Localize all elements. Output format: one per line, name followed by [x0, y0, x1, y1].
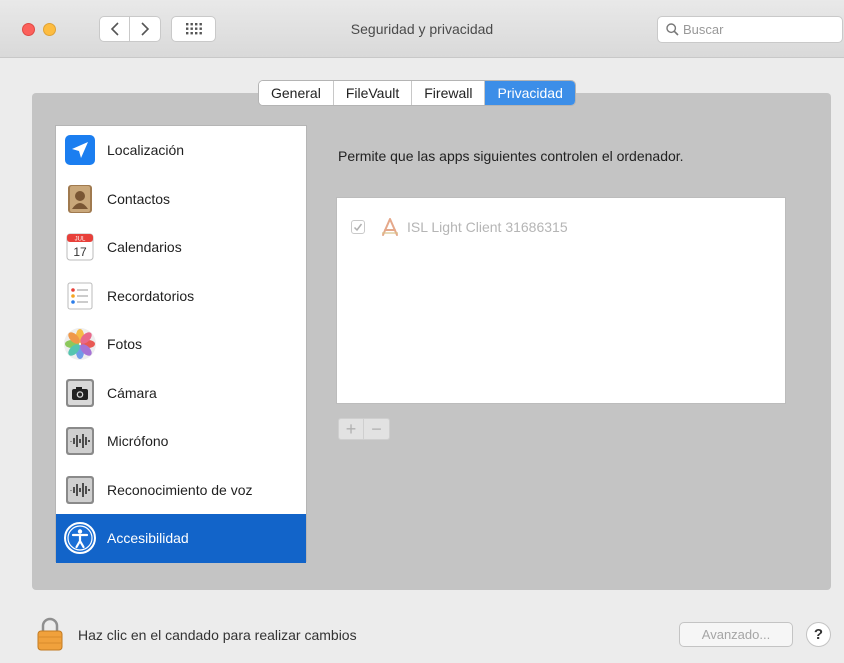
permission-description: Permite que las apps siguientes controle…	[338, 148, 684, 164]
sidebar-item-fotos[interactable]: Fotos	[56, 320, 306, 369]
microphone-icon	[63, 424, 97, 458]
sidebar-item-label: Accesibilidad	[107, 530, 189, 547]
search-placeholder: Buscar	[683, 22, 724, 37]
checkmark-icon	[353, 223, 363, 232]
sidebar-item-label: Micrófono	[107, 433, 169, 450]
sidebar-item-label: Calendarios	[107, 239, 182, 256]
lock-message: Haz clic en el candado para realizar cam…	[78, 627, 357, 643]
sidebar-item-accesibilidad[interactable]: Accesibilidad	[56, 514, 306, 563]
sidebar-item-camara[interactable]: Cámara	[56, 369, 306, 418]
list-item: ISL Light Client 31686315	[351, 216, 568, 238]
title-bar: Seguridad y privacidad Buscar	[0, 0, 844, 58]
contacts-icon	[63, 182, 97, 216]
sidebar-item-label: Reconocimiento de voz	[107, 481, 253, 498]
app-checkbox[interactable]	[351, 220, 365, 234]
tab-firewall[interactable]: Firewall	[412, 81, 486, 105]
advanced-button[interactable]: Avanzado...	[679, 622, 793, 647]
sidebar-item-reconocimiento-de-voz[interactable]: Reconocimiento de voz	[56, 466, 306, 515]
speech-recognition-icon	[63, 473, 97, 507]
calendar-day: 17	[73, 245, 87, 259]
search-icon	[666, 23, 679, 36]
sidebar-item-label: Localización	[107, 142, 185, 159]
sidebar-item-recordatorios[interactable]: Recordatorios	[56, 272, 306, 321]
sidebar-item-contactos[interactable]: Contactos	[56, 175, 306, 224]
sidebar-item-label: Cámara	[107, 384, 157, 401]
allowed-apps-list[interactable]: ISL Light Client 31686315	[336, 197, 786, 404]
tab-filevault[interactable]: FileVault	[333, 81, 413, 105]
tab-privacidad[interactable]: Privacidad	[485, 81, 575, 105]
search-field[interactable]: Buscar	[657, 16, 843, 43]
lock-button[interactable]	[35, 616, 65, 657]
photos-icon	[63, 327, 97, 361]
calendar-month: JUL	[75, 237, 86, 243]
app-name: ISL Light Client 31686315	[407, 219, 568, 235]
location-icon	[63, 133, 97, 167]
add-remove-controls: + −	[338, 418, 390, 440]
sidebar-item-label: Contactos	[107, 190, 171, 207]
privacy-category-list: Localización Contactos JUL 17 Calendarios…	[55, 125, 307, 563]
tab-general[interactable]: General	[259, 81, 334, 105]
accessibility-icon	[63, 521, 97, 555]
lock-icon	[37, 617, 63, 651]
remove-app-button[interactable]: −	[364, 419, 389, 439]
app-store-icon	[382, 218, 398, 236]
tab-bar: General FileVault Firewall Privacidad	[258, 80, 576, 106]
camera-icon	[63, 376, 97, 410]
sidebar-item-label: Recordatorios	[107, 287, 195, 304]
help-button[interactable]: ?	[806, 622, 831, 647]
sidebar-item-localizacion[interactable]: Localización	[56, 126, 306, 175]
reminders-icon	[63, 279, 97, 313]
calendar-icon: JUL 17	[63, 230, 97, 264]
sidebar-item-microfono[interactable]: Micrófono	[56, 417, 306, 466]
add-app-button[interactable]: +	[339, 419, 364, 439]
sidebar-item-calendarios[interactable]: JUL 17 Calendarios	[56, 223, 306, 272]
sidebar-item-label: Fotos	[107, 336, 143, 353]
